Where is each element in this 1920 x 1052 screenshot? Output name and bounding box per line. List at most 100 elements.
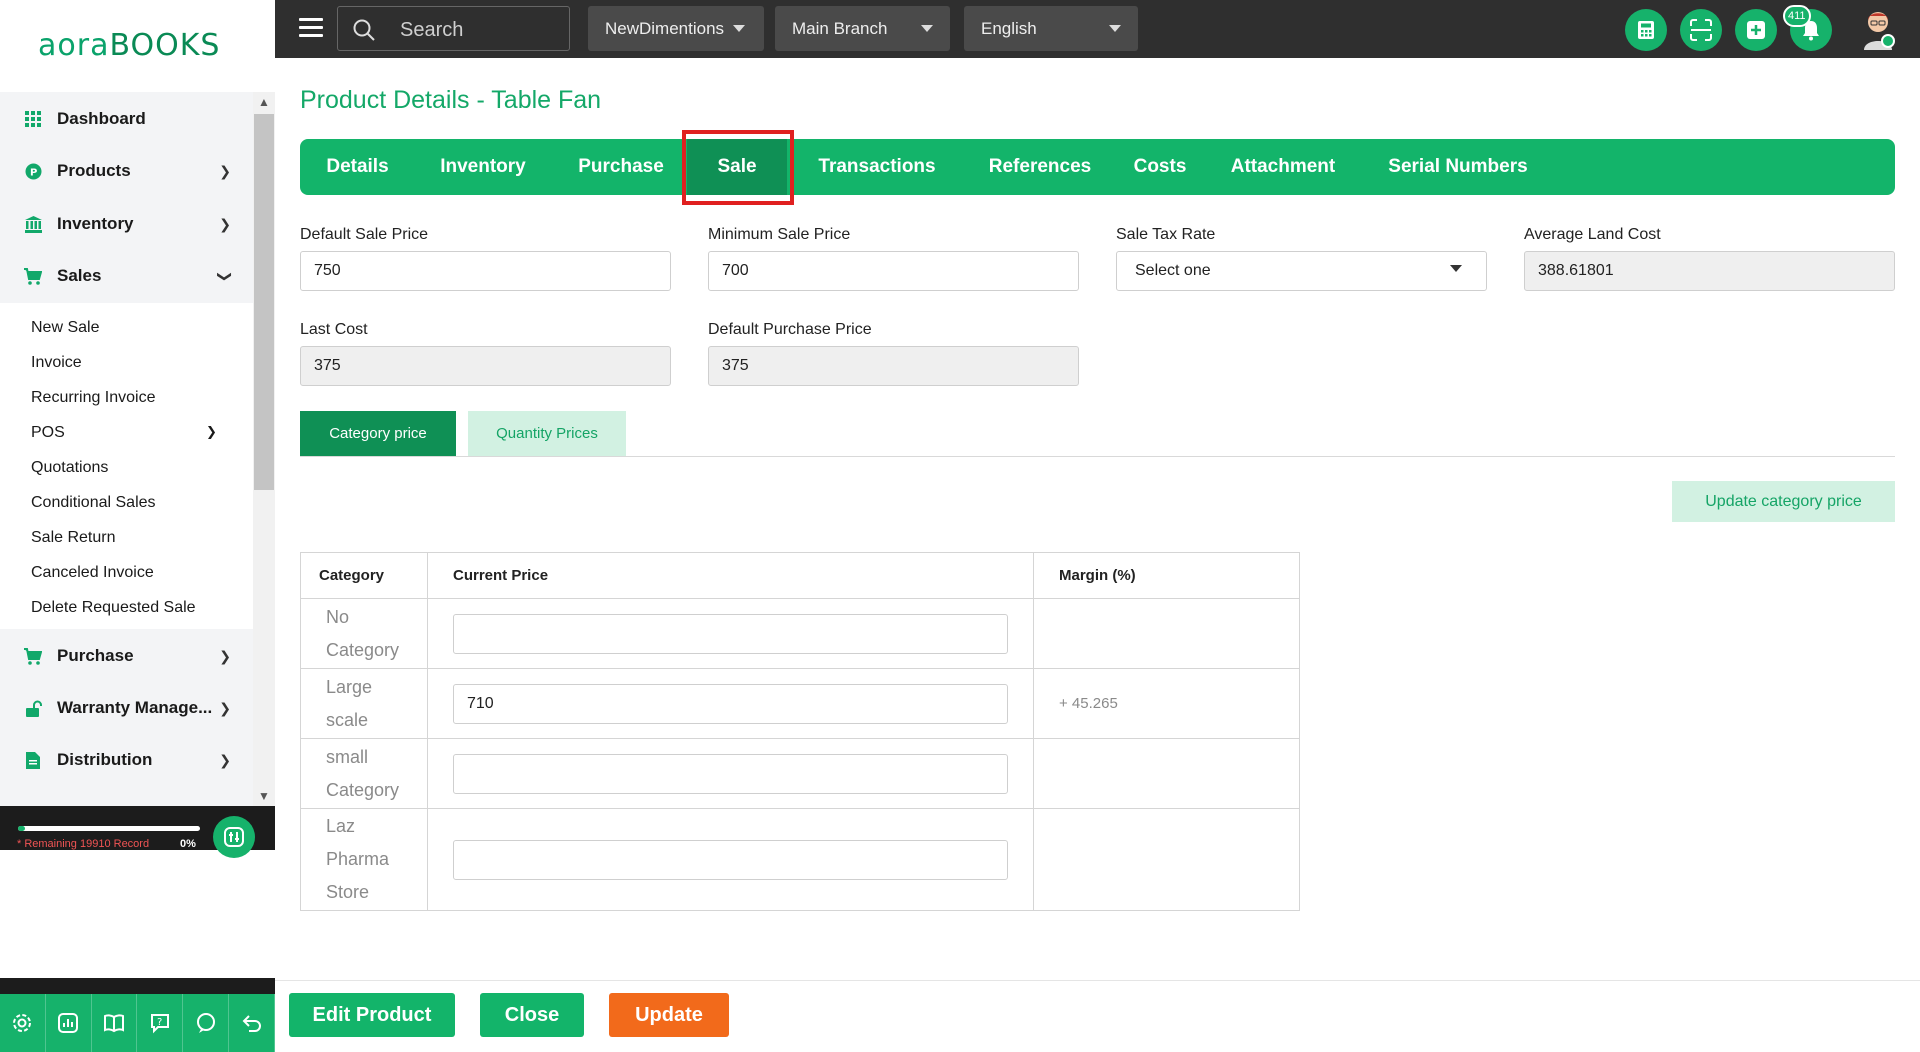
sale-tax-rate-select[interactable]: Select one	[1116, 251, 1487, 291]
book-icon[interactable]	[92, 994, 138, 1052]
sidebar-item-label: Purchase	[57, 646, 134, 665]
page-title: Product Details - Table Fan	[300, 86, 602, 114]
submenu-recurring-invoice[interactable]: Recurring Invoice	[31, 389, 156, 407]
language-select[interactable]: English	[964, 6, 1138, 51]
chevron-right-icon: ❯	[219, 751, 231, 768]
tab-inventory[interactable]: Inventory	[418, 139, 548, 195]
column-header-margin: Margin (%)	[1033, 552, 1300, 599]
tab-category-price[interactable]: Category price	[300, 411, 456, 456]
tab-transactions[interactable]: Transactions	[794, 139, 960, 195]
search-placeholder: Search	[400, 19, 464, 41]
scan-button[interactable]	[1680, 9, 1722, 51]
sidebar-item-products[interactable]: P Products ❯	[0, 146, 253, 196]
help-icon[interactable]: ?	[137, 994, 184, 1052]
undo-icon[interactable]	[229, 994, 275, 1052]
price-cell	[427, 598, 1034, 669]
scan-icon	[1690, 19, 1712, 41]
edit-product-button[interactable]: Edit Product	[289, 993, 455, 1037]
submenu-canceled-invoice[interactable]: Canceled Invoice	[31, 564, 154, 582]
category-name-line: scale	[326, 709, 369, 730]
tab-attachment[interactable]: Attachment	[1208, 139, 1358, 195]
update-button[interactable]: Update	[609, 993, 729, 1037]
top-bar: Search NewDimentions Main Branch English…	[275, 0, 1920, 58]
menu-icon[interactable]	[299, 18, 323, 40]
grid-tools-icon	[224, 827, 244, 847]
calculator-button[interactable]	[1625, 9, 1667, 51]
update-category-price-button[interactable]: Update category price	[1672, 481, 1895, 522]
sale-tax-rate-label: Sale Tax Rate	[1116, 226, 1216, 243]
sidebar-item-dashboard[interactable]: Dashboard	[0, 94, 253, 144]
submenu-invoice[interactable]: Invoice	[31, 354, 82, 372]
tab-purchase[interactable]: Purchase	[560, 139, 682, 195]
current-price-input[interactable]: 710	[453, 683, 1008, 724]
category-cell: small Category	[300, 738, 428, 809]
category-name-line: small	[326, 746, 369, 767]
sidebar-item-distribution[interactable]: Distribution ❯	[0, 735, 253, 785]
sidebar-item-warranty[interactable]: Warranty Manage... ❯	[0, 683, 253, 733]
sidebar-item-label: Distribution	[57, 750, 153, 769]
chevron-right-icon: ❯	[219, 215, 231, 232]
report-icon[interactable]	[46, 994, 92, 1052]
minimum-sale-price-input[interactable]: 700	[708, 251, 1079, 291]
close-button[interactable]: Close	[480, 993, 584, 1037]
sidebar-item-label: Warranty Manage...	[57, 698, 213, 717]
submenu-delete-requested-sale[interactable]: Delete Requested Sale	[31, 599, 196, 617]
notification-badge: 411	[1783, 5, 1811, 27]
default-sale-price-label: Default Sale Price	[300, 226, 429, 243]
sidebar-item-purchase[interactable]: Purchase ❯	[0, 631, 253, 681]
cart-icon	[24, 267, 42, 285]
submenu-pos[interactable]: POS ❯	[31, 424, 231, 442]
company-select[interactable]: NewDimentions	[588, 6, 764, 51]
submenu-sale-return[interactable]: Sale Return	[31, 529, 116, 547]
support-fab[interactable]	[213, 816, 255, 858]
caret-down-icon	[1109, 25, 1121, 32]
margin-cell	[1033, 808, 1300, 911]
caret-down-icon	[1450, 265, 1462, 272]
document-icon	[24, 751, 42, 769]
app-logo[interactable]: aoraBOOKS	[38, 28, 220, 63]
tab-costs[interactable]: Costs	[1122, 139, 1198, 195]
average-land-cost-label: Average Land Cost	[1524, 226, 1661, 243]
table-row: small Category	[300, 738, 1300, 809]
branch-select[interactable]: Main Branch	[775, 6, 950, 51]
quota-percent: 0%	[180, 838, 196, 850]
average-land-cost-input[interactable]: 388.61801	[1524, 251, 1895, 291]
table-row: Large scale 710 + 45.265	[300, 668, 1300, 739]
sidebar-item-sales[interactable]: Sales ❯	[0, 251, 253, 301]
submenu-new-sale[interactable]: New Sale	[31, 319, 99, 337]
settings-icon[interactable]	[0, 994, 46, 1052]
subtab-divider	[300, 456, 1895, 457]
last-cost-input[interactable]: 375	[300, 346, 671, 386]
action-bar-divider	[275, 980, 1920, 981]
submenu-quotations[interactable]: Quotations	[31, 459, 108, 477]
submenu-conditional-sales[interactable]: Conditional Sales	[31, 494, 156, 512]
chevron-down-icon: ❯	[217, 270, 234, 282]
bank-icon	[24, 215, 42, 233]
current-price-input[interactable]	[453, 839, 1008, 880]
bottom-divider	[0, 978, 275, 994]
last-cost-label: Last Cost	[300, 321, 368, 338]
table-row: No Category	[300, 598, 1300, 669]
search-input[interactable]: Search	[337, 6, 570, 51]
current-price-input[interactable]	[453, 613, 1008, 654]
scroll-up-icon[interactable]: ▲	[254, 92, 274, 112]
tab-quantity-prices[interactable]: Quantity Prices	[468, 411, 626, 456]
sales-submenu: New Sale Invoice Recurring Invoice POS ❯ …	[0, 303, 253, 629]
margin-cell	[1033, 598, 1300, 669]
tab-details[interactable]: Details	[310, 139, 405, 195]
tab-references[interactable]: References	[968, 139, 1112, 195]
chevron-right-icon: ❯	[219, 647, 231, 664]
default-sale-price-input[interactable]: 750	[300, 251, 671, 291]
add-button[interactable]	[1735, 9, 1777, 51]
sidebar-scroll-thumb[interactable]	[254, 114, 274, 490]
default-purchase-price-input[interactable]: 375	[708, 346, 1079, 386]
caret-down-icon	[921, 25, 933, 32]
chat-icon[interactable]	[183, 994, 230, 1052]
current-price-input[interactable]	[453, 753, 1008, 794]
table-header-row: Category Current Price Margin (%)	[300, 552, 1300, 599]
language-value: English	[981, 18, 1037, 38]
scroll-down-icon[interactable]: ▼	[254, 786, 274, 806]
sidebar-item-inventory[interactable]: Inventory ❯	[0, 199, 253, 249]
tab-serial-numbers[interactable]: Serial Numbers	[1368, 139, 1548, 195]
product-icon: P	[24, 162, 42, 180]
